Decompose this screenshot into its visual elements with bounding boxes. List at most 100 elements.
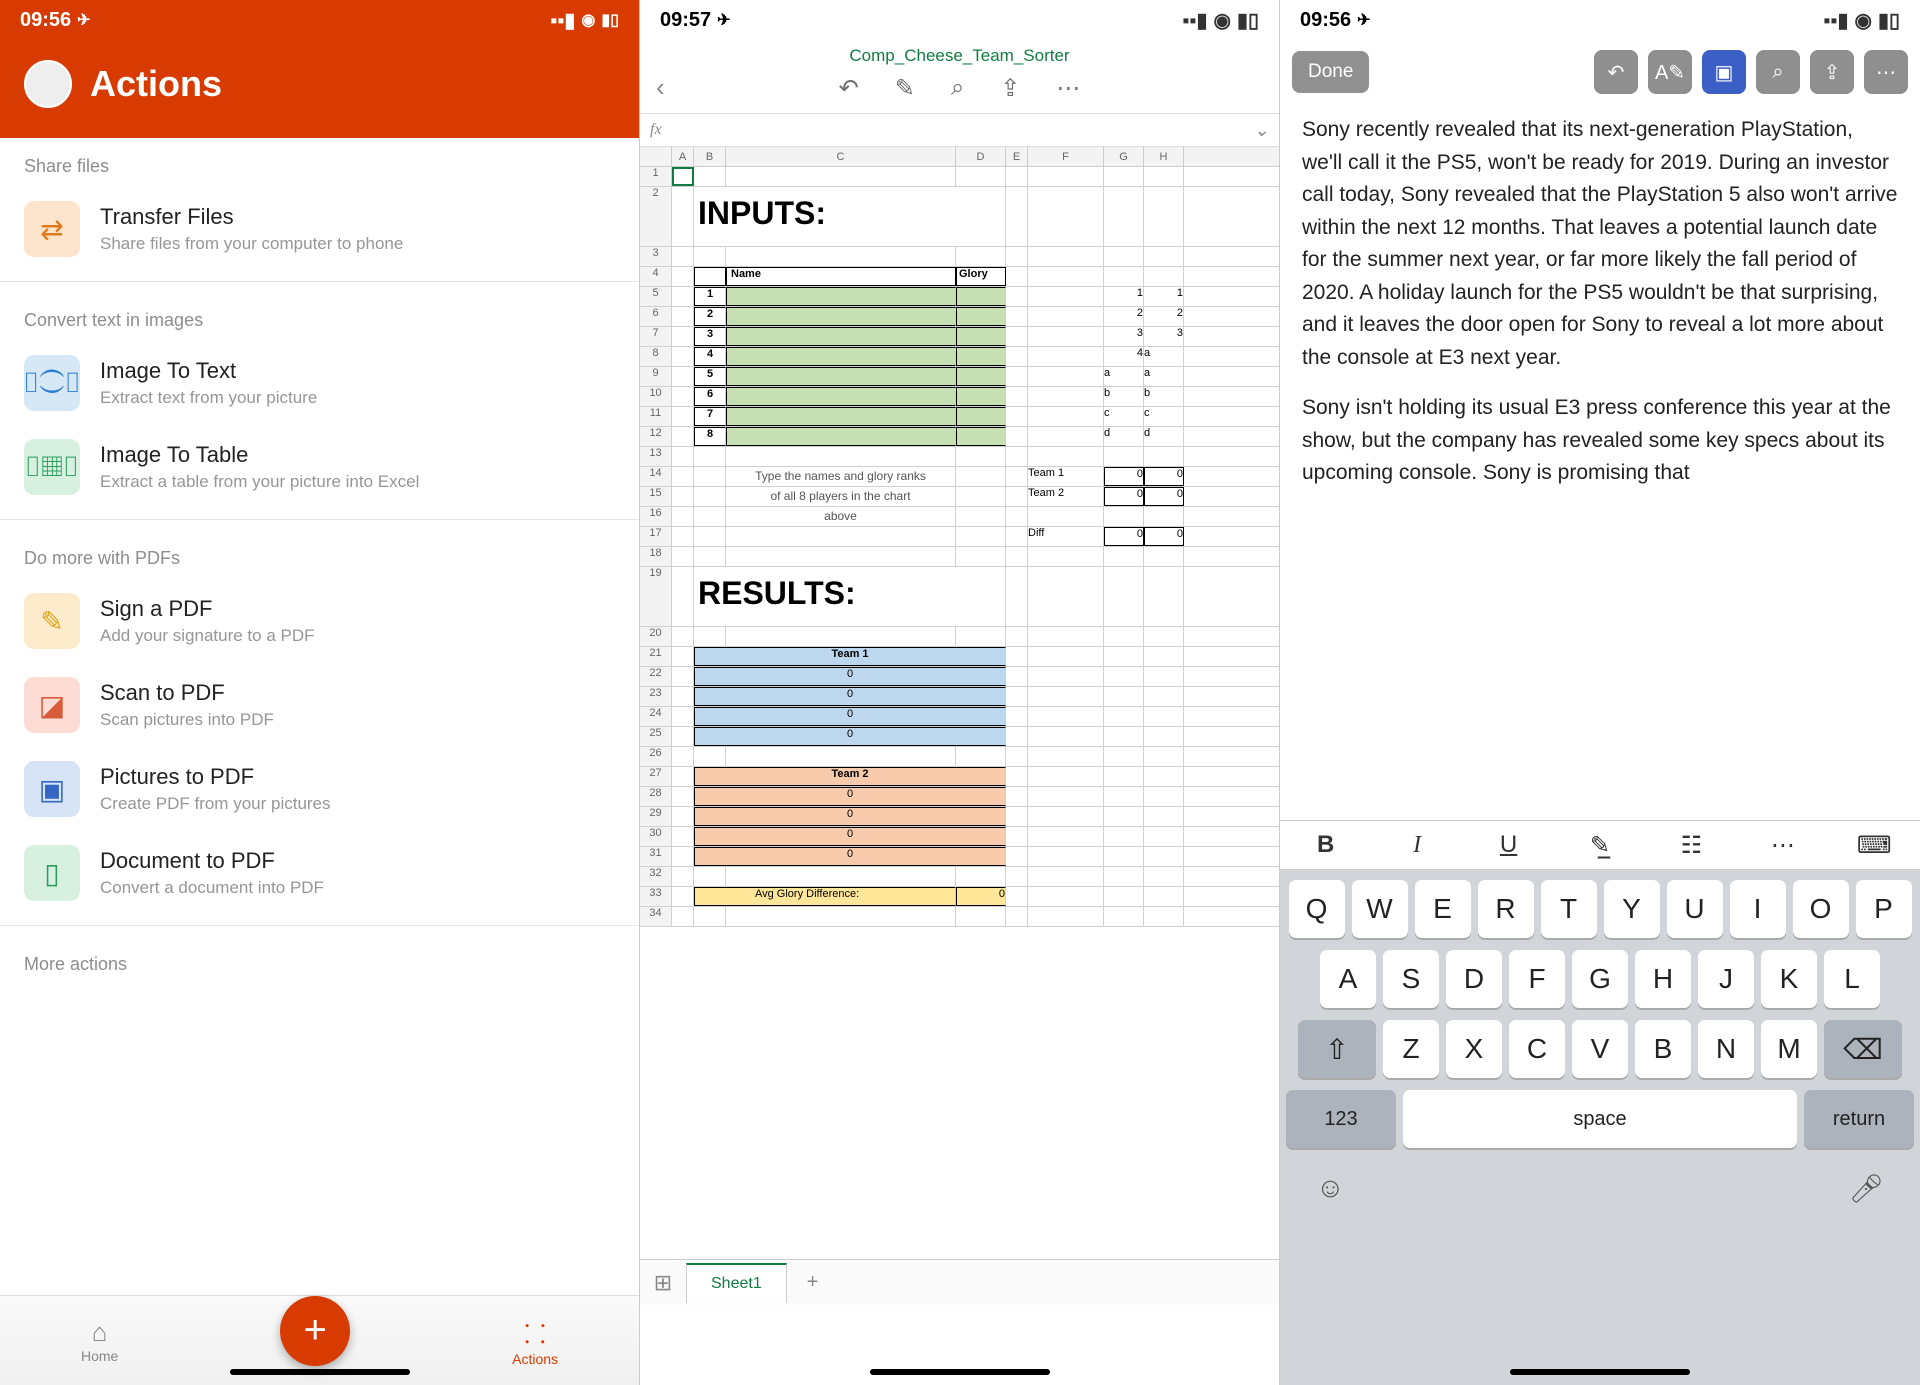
return-key[interactable]: return (1804, 1090, 1914, 1148)
keyboard: Q W E R T Y U I O P A S D F G H J K L ⇧ … (1280, 870, 1920, 1385)
nav-actions[interactable]: ⸬Actions (512, 1315, 558, 1367)
document-body[interactable]: Sony recently revealed that its next-gen… (1280, 104, 1920, 518)
spreadsheet[interactable]: ABCDEFGH 1 2INPUTS: 3 4NameGlory 5111 62… (640, 147, 1279, 927)
clock: 09:57 (660, 9, 711, 32)
wifi-icon: ◉ (581, 10, 595, 30)
section-more: More actions (0, 936, 639, 985)
more-icon[interactable]: ⋯ (1056, 74, 1080, 103)
name-header: Name (726, 267, 956, 286)
input-cell[interactable] (726, 287, 956, 306)
avg-label: Avg Glory Difference: (694, 887, 956, 906)
key-d[interactable]: D (1446, 950, 1502, 1008)
key-g[interactable]: G (1572, 950, 1628, 1008)
highlight-button[interactable]: ✎̲ (1575, 831, 1625, 860)
home-indicator[interactable] (870, 1369, 1050, 1375)
key-m[interactable]: M (1761, 1020, 1817, 1078)
layout-icon[interactable]: ▣ (1702, 50, 1746, 94)
ocr-text-icon: ⌷⁐⌷ (24, 355, 80, 411)
key-z[interactable]: Z (1383, 1020, 1439, 1078)
action-image-to-text[interactable]: ⌷⁐⌷ Image To TextExtract text from your … (0, 341, 639, 425)
home-indicator[interactable] (230, 1369, 410, 1375)
numeric-key[interactable]: 123 (1286, 1090, 1396, 1148)
key-r[interactable]: R (1478, 880, 1534, 938)
key-x[interactable]: X (1446, 1020, 1502, 1078)
mic-key[interactable]: 🎤︎ (1848, 1172, 1884, 1205)
key-t[interactable]: T (1541, 880, 1597, 938)
draw-icon[interactable]: ✎ (895, 74, 915, 103)
search-icon[interactable]: ⌕ (951, 74, 964, 103)
action-sign-pdf[interactable]: ✎ Sign a PDFAdd your signature to a PDF (0, 579, 639, 663)
grid-icon[interactable]: ⊞ (640, 1270, 686, 1296)
key-y[interactable]: Y (1604, 880, 1660, 938)
avatar[interactable] (24, 60, 72, 108)
key-f[interactable]: F (1509, 950, 1565, 1008)
team1-header: Team 1 (694, 647, 1006, 666)
section-share: Share files (0, 138, 639, 187)
key-e[interactable]: E (1415, 880, 1471, 938)
formula-bar[interactable]: fx ⌄ (640, 113, 1279, 147)
inputs-label: INPUTS: (694, 187, 1005, 236)
more-icon[interactable]: ⋯ (1864, 50, 1908, 94)
emoji-key[interactable]: ☺ (1316, 1172, 1345, 1205)
key-l[interactable]: L (1824, 950, 1880, 1008)
italic-button[interactable]: I (1392, 832, 1442, 859)
key-w[interactable]: W (1352, 880, 1408, 938)
nav-home[interactable]: ⌂Home (81, 1317, 118, 1364)
key-o[interactable]: O (1793, 880, 1849, 938)
add-sheet-button[interactable]: + (787, 1261, 839, 1304)
fab-add[interactable]: + (280, 1296, 350, 1366)
key-j[interactable]: J (1698, 950, 1754, 1008)
page-title: Actions (90, 63, 222, 105)
undo-icon[interactable]: ↶ (839, 74, 859, 103)
shift-key[interactable]: ⇧ (1298, 1020, 1376, 1078)
paragraph[interactable]: Sony isn't holding its usual E3 press co… (1302, 392, 1898, 490)
key-b[interactable]: B (1635, 1020, 1691, 1078)
file-name[interactable]: Comp_Cheese_Team_Sorter (640, 40, 1279, 68)
team2-header: Team 2 (694, 767, 1006, 786)
action-subtitle: Extract text from your picture (100, 388, 317, 408)
back-icon[interactable]: ‹ (656, 72, 665, 103)
key-p[interactable]: P (1856, 880, 1912, 938)
action-title: Sign a PDF (100, 596, 315, 622)
chevron-down-icon[interactable]: ⌄ (1254, 120, 1269, 141)
key-i[interactable]: I (1730, 880, 1786, 938)
home-indicator[interactable] (1510, 1369, 1690, 1375)
action-pictures-pdf[interactable]: ▣ Pictures to PDFCreate PDF from your pi… (0, 747, 639, 831)
action-document-pdf[interactable]: ▯ Document to PDFConvert a document into… (0, 831, 639, 915)
key-u[interactable]: U (1667, 880, 1723, 938)
style-icon[interactable]: A✎ (1648, 50, 1692, 94)
paragraph[interactable]: Sony recently revealed that its next-gen… (1302, 114, 1898, 374)
key-c[interactable]: C (1509, 1020, 1565, 1078)
sheet-tab[interactable]: Sheet1 (686, 1263, 787, 1303)
action-transfer-files[interactable]: ⇄ Transfer FilesShare files from your co… (0, 187, 639, 271)
key-n[interactable]: N (1698, 1020, 1754, 1078)
more-format-button[interactable]: ⋯ (1758, 831, 1808, 860)
key-v[interactable]: V (1572, 1020, 1628, 1078)
apps-icon: ⸬ (512, 1315, 558, 1351)
backspace-key[interactable]: ⌫ (1824, 1020, 1902, 1078)
action-image-to-table[interactable]: ⌷▦⌷ Image To TableExtract a table from y… (0, 425, 639, 509)
battery-icon: ▮▯ (601, 10, 619, 30)
format-bar: B I U ✎̲ ☷ ⋯ ⌨ (1280, 820, 1920, 870)
share-icon[interactable]: ⇪ (1810, 50, 1854, 94)
results-label: RESULTS: (694, 567, 1005, 616)
key-k[interactable]: K (1761, 950, 1817, 1008)
key-s[interactable]: S (1383, 950, 1439, 1008)
underline-button[interactable]: U (1484, 831, 1534, 859)
bullets-button[interactable]: ☷ (1666, 831, 1716, 860)
done-button[interactable]: Done (1292, 51, 1369, 93)
status-bar: 09:56✈ ▪▪▮◉▮▯ (0, 0, 639, 40)
share-icon[interactable]: ⇪ (1000, 74, 1020, 103)
bold-button[interactable]: B (1301, 831, 1351, 859)
keyboard-toggle-icon[interactable]: ⌨ (1849, 831, 1899, 860)
action-scan-pdf[interactable]: ◪ Scan to PDFScan pictures into PDF (0, 663, 639, 747)
action-subtitle: Scan pictures into PDF (100, 710, 274, 730)
key-h[interactable]: H (1635, 950, 1691, 1008)
key-q[interactable]: Q (1289, 880, 1345, 938)
search-icon[interactable]: ⌕ (1756, 50, 1800, 94)
undo-icon[interactable]: ↶ (1594, 50, 1638, 94)
key-a[interactable]: A (1320, 950, 1376, 1008)
section-convert: Convert text in images (0, 292, 639, 341)
header: Actions (0, 40, 639, 138)
space-key[interactable]: space (1403, 1090, 1797, 1148)
